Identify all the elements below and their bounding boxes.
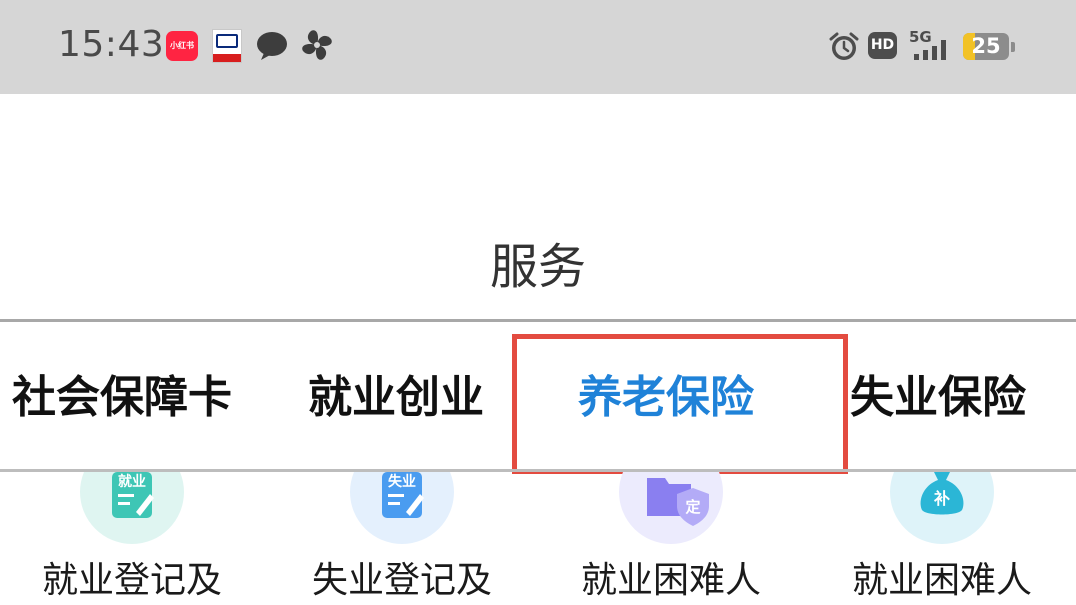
- employment-registration-icon: 就业: [80, 472, 184, 544]
- service-icon-text: 失业: [388, 473, 416, 490]
- 5g-signal-icon: 5G: [909, 28, 946, 60]
- employment-difficulty-certification-icon: 定: [619, 472, 723, 544]
- battery-level: 25: [971, 34, 1001, 58]
- battery-icon: 25: [963, 33, 1015, 60]
- tab-social-security-card[interactable]: 社会保障卡: [12, 366, 232, 430]
- page-title: 服务: [489, 239, 586, 295]
- tab-employment-entrepreneurship[interactable]: 就业创业: [308, 366, 484, 430]
- service-employment-difficulty-certification[interactable]: 定 就业困难人: [541, 472, 801, 605]
- network-label: 5G: [909, 28, 932, 46]
- unemployment-registration-icon: 失业: [350, 472, 454, 544]
- service-employment-registration[interactable]: 就业 就业登记及: [2, 472, 262, 605]
- tabs-divider-top: [0, 319, 1076, 322]
- xiaohongshu-app-icon: 小红书: [166, 31, 198, 61]
- message-bubble-icon: [257, 32, 287, 60]
- xiaohongshu-label: 小红书: [170, 41, 194, 50]
- employment-difficulty-subsidy-icon: 补: [890, 472, 994, 544]
- service-label: 就业登记及: [41, 560, 222, 601]
- status-bar: 15:43 小红书 HD 5G 25: [0, 0, 1076, 94]
- service-icon-text: 就业: [118, 473, 146, 490]
- service-label: 失业登记及: [311, 560, 492, 601]
- highlight-box: [512, 334, 848, 474]
- service-icon-text: 定: [685, 498, 700, 516]
- tab-unemployment-insurance[interactable]: 失业保险: [850, 366, 1026, 430]
- service-label: 就业困难人: [580, 560, 761, 601]
- service-label: 就业困难人: [851, 560, 1032, 601]
- service-employment-difficulty-subsidy[interactable]: 补 就业困难人: [812, 472, 1072, 605]
- status-time: 15:43: [58, 24, 165, 65]
- service-unemployment-registration[interactable]: 失业 失业登记及: [272, 472, 532, 605]
- service-icon-text: 补: [933, 489, 950, 508]
- news-app-icon: [212, 29, 242, 63]
- pinwheel-icon: [302, 30, 332, 60]
- alarm-icon: [829, 32, 859, 60]
- hd-icon: HD: [868, 32, 897, 59]
